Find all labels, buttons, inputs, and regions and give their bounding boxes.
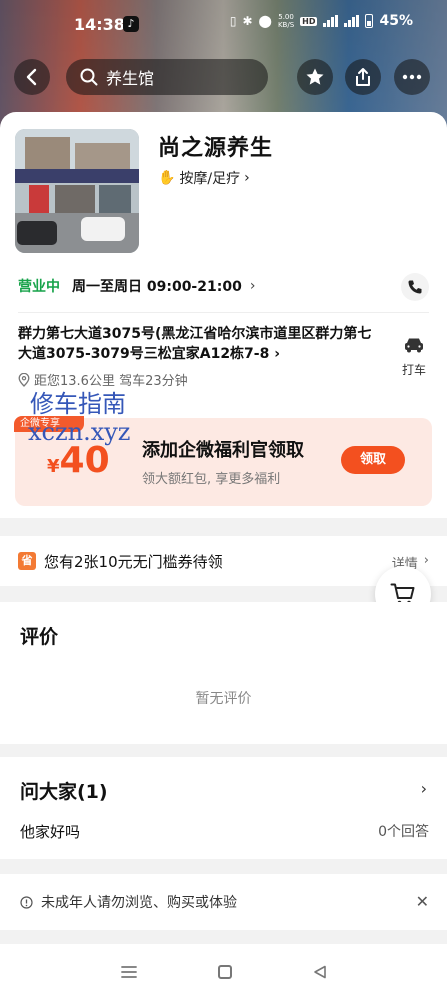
search-icon [80, 68, 98, 86]
coupon-title: 添加企微福利官领取 [142, 440, 304, 461]
info-icon [20, 895, 33, 909]
coupon-amount: ¥40 [47, 440, 110, 481]
voucher-text: 您有2张10元无门槛券待领 [44, 552, 223, 571]
phone-button[interactable] [401, 273, 429, 301]
distance-text: 距您13.6公里 驾车23分钟 [34, 374, 188, 389]
status-time: 14:38 [74, 15, 125, 34]
claim-button[interactable]: 领取 [341, 446, 405, 474]
chevron-right-icon: › [274, 346, 281, 362]
chevron-right-icon: › [249, 278, 256, 294]
signal-icon [323, 15, 339, 27]
reviews-title: 评价 [20, 626, 59, 648]
more-dots-icon [402, 74, 422, 80]
phone-icon [408, 280, 422, 294]
network-speed: 5.00 KB/S [277, 13, 295, 29]
star-icon [306, 68, 324, 85]
home-icon[interactable] [217, 965, 232, 979]
chevron-left-icon [26, 68, 37, 86]
address-text: 群力第七大道3075号(黑龙江省哈尔滨市道里区群力第七大道3075-3079号三… [18, 326, 372, 362]
chevron-right-icon: › [420, 779, 427, 798]
reviews-empty-text: 暂无评价 [195, 691, 252, 707]
divider [18, 312, 429, 313]
tiktok-icon: ♪ [123, 16, 139, 32]
back-triangle-icon[interactable] [313, 965, 327, 979]
business-hours: 周一至周日 09:00-21:00 [72, 279, 242, 295]
location-pin-icon [18, 372, 30, 387]
notice-text: 未成年人请勿浏览、购买或体验 [41, 895, 237, 911]
shop-category[interactable]: ✋ 按摩/足疗 › [158, 168, 250, 188]
location-icon: ⬤ [258, 14, 272, 28]
menu-icon[interactable] [120, 965, 137, 979]
vibrate-icon: ▯ [229, 14, 237, 28]
shop-name: 尚之源养生 [158, 136, 274, 161]
coupon-subtitle: 领大额红包, 享更多福利 [142, 472, 281, 487]
qa-question[interactable]: 他家好吗 [20, 821, 80, 842]
open-status: 营业中 [18, 279, 60, 295]
reviews-section: 评价 暂无评价 [0, 602, 447, 744]
taxi-label: 打车 [401, 363, 426, 377]
car-icon [405, 338, 423, 353]
minor-notice: 未成年人请勿浏览、购买或体验 ✕ [0, 874, 447, 930]
shop-address[interactable]: 群力第七大道3075号(黑龙江省哈尔滨市道里区群力第七大道3075-3079号三… [18, 324, 378, 364]
qa-title: 问大家(1) [20, 781, 108, 803]
share-icon [356, 68, 370, 86]
system-navigation-bar [0, 944, 447, 1000]
battery-icon [365, 14, 374, 28]
status-bar: 14:38 ♪ ▯ ✱ ⬤ 5.00 KB/S HD 45% [0, 0, 447, 50]
category-label: 按摩/足疗 [179, 171, 241, 187]
shop-photo[interactable] [15, 129, 139, 253]
battery-level: 45% [379, 13, 413, 29]
qa-answer-count: 0个回答 [378, 824, 429, 840]
chevron-right-icon: › [244, 170, 250, 186]
taxi-button[interactable]: 打车 [400, 336, 428, 378]
more-button[interactable] [394, 59, 430, 95]
voucher-icon: 省 [18, 552, 36, 570]
footprint-icon: ✋ [158, 170, 176, 186]
chevron-right-icon: › [423, 553, 429, 568]
business-hours-row[interactable]: 营业中 周一至周日 09:00-21:00 › [18, 274, 429, 298]
bluetooth-icon: ✱ [242, 14, 253, 28]
close-icon[interactable]: ✕ [416, 892, 429, 911]
distance-info: 距您13.6公里 驾车23分钟 [18, 370, 188, 389]
search-text: 养生馆 [106, 69, 155, 88]
signal-icon [344, 15, 360, 27]
status-indicators: ▯ ✱ ⬤ 5.00 KB/S HD 45% [230, 13, 413, 29]
search-bar[interactable]: 养生馆 [66, 59, 268, 95]
shop-info-card: 尚之源养生 ✋ 按摩/足疗 › 营业中 周一至周日 09:00-21:00 › … [0, 112, 447, 518]
hd-badge: HD [300, 16, 318, 26]
back-button[interactable] [14, 59, 50, 95]
watermark: 修车指南 xczn.xyz [28, 390, 131, 446]
favorite-button[interactable] [297, 59, 333, 95]
share-button[interactable] [345, 59, 381, 95]
qa-section[interactable]: 问大家(1) › 他家好吗 0个回答 [0, 757, 447, 859]
